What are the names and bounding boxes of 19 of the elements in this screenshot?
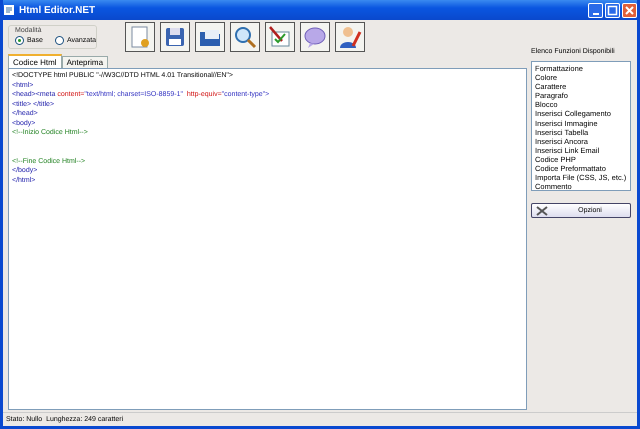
minimize-icon <box>592 12 598 14</box>
search-icon <box>232 24 258 50</box>
toolbar-button[interactable] <box>195 22 225 52</box>
user-pencil-icon <box>337 24 363 50</box>
tab[interactable]: Anteprima <box>62 56 108 68</box>
close-button[interactable] <box>622 2 637 18</box>
close-icon <box>623 4 636 16</box>
toolbar-button[interactable] <box>230 22 260 52</box>
toolbar-button[interactable] <box>160 22 190 52</box>
tab[interactable]: Codice Html <box>8 54 62 68</box>
minimize-button[interactable] <box>588 2 603 18</box>
toolbar-button[interactable] <box>300 22 330 52</box>
toolbar-button[interactable] <box>265 22 295 52</box>
window-title: Html Editor.NET <box>19 4 96 16</box>
maximize-icon <box>606 4 619 16</box>
toolbar-button[interactable] <box>125 22 155 52</box>
app-icon <box>3 4 15 16</box>
toolbar-button[interactable] <box>335 22 365 52</box>
maximize-button[interactable] <box>605 2 620 18</box>
